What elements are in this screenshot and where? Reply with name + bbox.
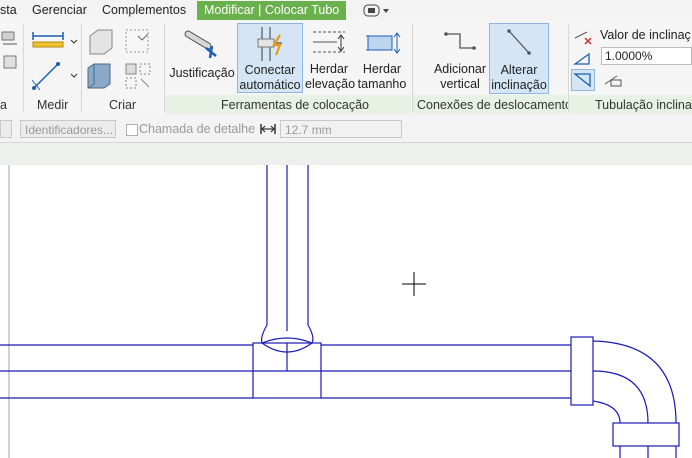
elbow-outer-edge	[592, 340, 677, 424]
autoconnect-label-1: Conectar	[244, 63, 296, 77]
create-tools-icon[interactable]	[86, 26, 158, 94]
detail-callout-label: Chamada de detalhe	[139, 122, 256, 136]
justification-label: Justificação	[169, 66, 235, 80]
panel-divider	[23, 24, 24, 112]
measure-align-icon[interactable]	[30, 58, 78, 94]
horizontal-pipe-centerline	[0, 343, 571, 372]
slope-value-label: Valor de inclinaç	[600, 28, 691, 42]
quick-access-dropdown-icon[interactable]	[362, 4, 390, 17]
panel-label-cut: a	[0, 98, 7, 112]
slope-tag-icon[interactable]	[603, 72, 625, 88]
slope-value-input[interactable]: 1.0000%	[601, 47, 692, 65]
change-slope-label-1: Alterar	[500, 63, 538, 77]
options-field-cut[interactable]	[0, 120, 12, 138]
dimension-icon	[260, 124, 276, 134]
slope-down-icon	[573, 73, 591, 88]
menu-tab-complementos[interactable]: Complementos	[102, 2, 186, 18]
inherit-size-icon	[366, 32, 401, 54]
panel-label-conexoes: Conexões de deslocamento	[417, 98, 572, 112]
menu-bar: sta Gerenciar Complementos Modificar | C…	[0, 0, 692, 21]
panel-divider	[81, 24, 82, 112]
dimension-value-field[interactable]: 12.7 mm	[280, 120, 402, 138]
identifiers-field[interactable]: Identificadores...	[20, 120, 116, 138]
menu-tab-gerenciar[interactable]: Gerenciar	[32, 2, 87, 18]
change-slope-label-2: inclinação	[491, 78, 547, 92]
down-pipe-edges	[619, 446, 677, 458]
tee-dome-inner	[261, 337, 313, 344]
inherit-size-label-1: Herdar	[362, 62, 402, 76]
change-slope-button[interactable]: Alterar inclinação	[489, 23, 549, 94]
panel-label-ferramentas: Ferramentas de colocação	[221, 98, 369, 112]
modify-tool-icon[interactable]	[0, 26, 20, 74]
inherit-size-label-2: tamanho	[357, 77, 407, 91]
elbow-centerline	[592, 370, 649, 424]
autoconnect-label-2: automático	[239, 78, 301, 92]
inherit-size-button[interactable]: Herdar tamanho	[355, 24, 409, 94]
crosshair-cursor	[402, 272, 426, 296]
elbow-coupling	[570, 336, 594, 406]
add-vertical-button[interactable]: Adicionar vertical	[432, 24, 488, 94]
change-slope-icon	[507, 29, 531, 55]
menu-tab-vista[interactable]: sta	[0, 2, 17, 18]
justification-button[interactable]: Justificação	[168, 24, 236, 94]
inherit-elevation-icon	[313, 31, 345, 53]
slope-down-toggle[interactable]	[571, 69, 595, 91]
inherit-elevation-button[interactable]: Herdar elevação	[305, 24, 356, 94]
view-tab-strip	[0, 143, 692, 165]
slope-up-icon[interactable]	[573, 50, 595, 66]
slope-off-icon[interactable]	[573, 28, 595, 46]
drawing-canvas[interactable]	[0, 165, 692, 458]
panel-label-medir: Medir	[37, 98, 69, 112]
add-vertical-icon	[444, 32, 476, 50]
autoconnect-button[interactable]: Conectar automático	[237, 23, 303, 93]
justification-icon	[184, 30, 217, 59]
add-vertical-label-2: vertical	[440, 77, 480, 91]
elbow-inner-edge	[592, 400, 621, 424]
detail-callout-checkbox[interactable]	[126, 124, 138, 136]
inherit-elevation-label-2: elevação	[305, 77, 356, 91]
panel-label-criar: Criar	[109, 98, 137, 112]
measure-distance-icon[interactable]	[30, 28, 78, 54]
elbow-lower-coupling	[612, 422, 680, 447]
autoconnect-icon	[257, 27, 282, 61]
menu-tab-modificar-colocar-tubo[interactable]: Modificar | Colocar Tubo	[197, 1, 347, 20]
inherit-elevation-label-1: Herdar	[309, 62, 349, 76]
panel-label-tubulacao: Tubulação inclinad	[595, 98, 692, 112]
pipe-drawing[interactable]	[0, 165, 692, 458]
add-vertical-label-1: Adicionar	[433, 62, 487, 76]
